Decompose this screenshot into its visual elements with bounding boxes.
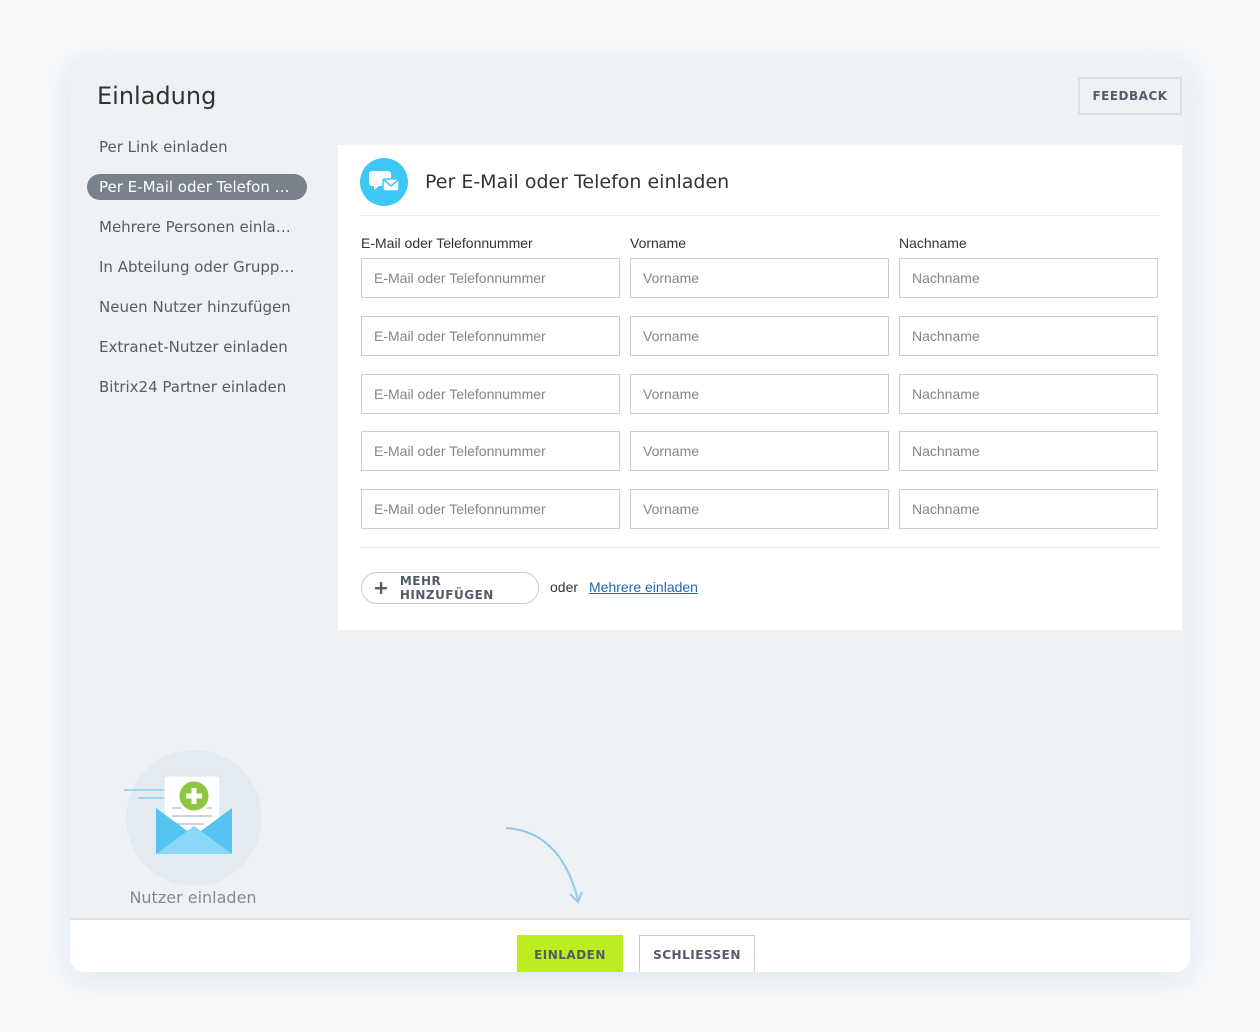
contact-input[interactable] bbox=[361, 489, 620, 529]
sidebar-item-extranet[interactable]: Extranet-Nutzer einladen bbox=[87, 334, 307, 360]
invite-form-panel: Per E-Mail oder Telefon einladen E-Mail … bbox=[338, 145, 1182, 630]
sidebar: Per Link einladen Per E-Mail oder Telefo… bbox=[87, 134, 327, 414]
invite-dialog: Einladung FEEDBACK Per Link einladen Per… bbox=[70, 58, 1190, 972]
contact-input[interactable] bbox=[361, 374, 620, 414]
panel-title: Per E-Mail oder Telefon einladen bbox=[425, 171, 730, 193]
sidebar-item-add-user[interactable]: Neuen Nutzer hinzufügen bbox=[87, 294, 307, 320]
column-label-last-name: Nachname bbox=[899, 235, 967, 251]
footer-bar: EINLADEN SCHLIESSEN bbox=[70, 918, 1190, 972]
chat-mail-icon bbox=[360, 158, 408, 206]
or-text: oder bbox=[550, 579, 579, 595]
panel-header: Per E-Mail oder Telefon einladen bbox=[360, 157, 1160, 216]
add-more-label: MEHR HINZUFÜGEN bbox=[399, 574, 494, 602]
sidebar-item-link[interactable]: Per Link einladen bbox=[87, 134, 307, 160]
illustration-caption: Nutzer einladen bbox=[129, 888, 257, 907]
plus-icon bbox=[374, 582, 387, 594]
contact-input[interactable] bbox=[361, 431, 620, 471]
first-name-input[interactable] bbox=[630, 431, 889, 471]
sidebar-item-email-phone[interactable]: Per E-Mail oder Telefon e... bbox=[87, 174, 307, 200]
contact-input[interactable] bbox=[361, 258, 620, 298]
first-name-input[interactable] bbox=[630, 258, 889, 298]
invite-button[interactable]: EINLADEN bbox=[517, 935, 623, 972]
column-label-contact: E-Mail oder Telefonnummer bbox=[361, 235, 533, 251]
close-button[interactable]: SCHLIESSEN bbox=[639, 935, 755, 972]
envelope-plus-icon bbox=[124, 748, 264, 888]
column-label-first-name: Vorname bbox=[630, 235, 687, 251]
first-name-input[interactable] bbox=[630, 316, 889, 356]
last-name-input[interactable] bbox=[899, 316, 1158, 356]
sidebar-item-department[interactable]: In Abteilung oder Gruppe... bbox=[87, 254, 307, 280]
last-name-input[interactable] bbox=[899, 489, 1158, 529]
first-name-input[interactable] bbox=[630, 374, 889, 414]
feedback-button[interactable]: FEEDBACK bbox=[1078, 77, 1182, 115]
sidebar-item-mass-invite[interactable]: Mehrere Personen einlad... bbox=[87, 214, 307, 240]
divider bbox=[360, 547, 1160, 548]
last-name-input[interactable] bbox=[899, 258, 1158, 298]
first-name-input[interactable] bbox=[630, 489, 889, 529]
contact-input[interactable] bbox=[361, 316, 620, 356]
bulk-invite-link[interactable]: Mehrere einladen bbox=[589, 579, 698, 595]
sidebar-item-partner[interactable]: Bitrix24 Partner einladen bbox=[87, 374, 307, 400]
arrow-icon bbox=[505, 827, 583, 904]
page-title: Einladung bbox=[97, 82, 217, 110]
add-more-button[interactable]: MEHR HINZUFÜGEN bbox=[361, 572, 539, 604]
last-name-input[interactable] bbox=[899, 431, 1158, 471]
last-name-input[interactable] bbox=[899, 374, 1158, 414]
